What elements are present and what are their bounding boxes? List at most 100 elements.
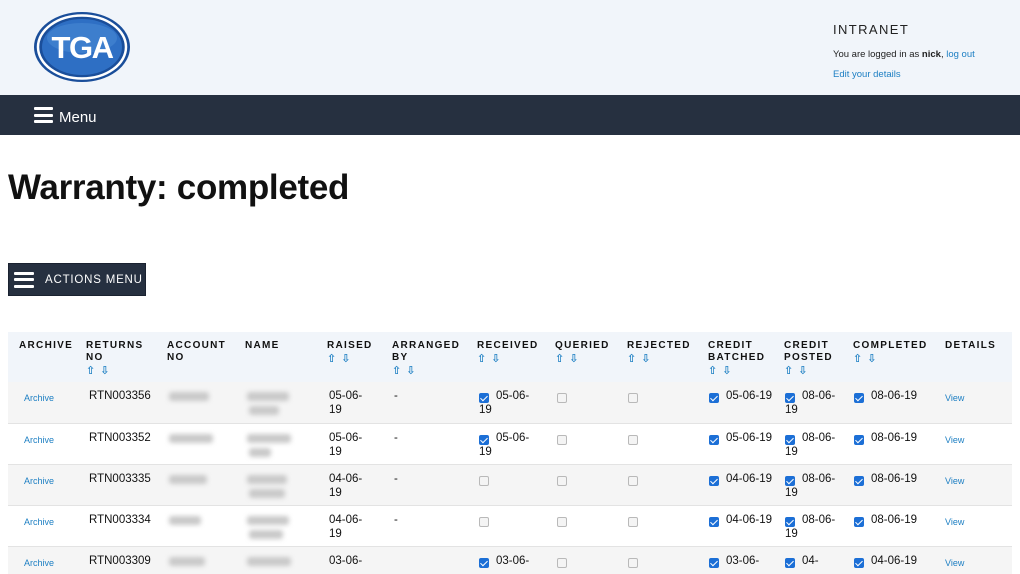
actions-menu-label: ACTIONS MENU <box>45 273 143 286</box>
credit-batched-checkbox[interactable] <box>709 516 719 527</box>
received-checkbox[interactable] <box>479 434 489 445</box>
rejected-checkbox[interactable] <box>628 557 638 568</box>
credit-posted-cell: 08-06-19 <box>784 423 853 464</box>
rejected-checkbox[interactable] <box>628 516 638 527</box>
logout-link[interactable]: log out <box>946 49 975 60</box>
archive-link[interactable]: Archive <box>24 435 54 445</box>
archive-link[interactable]: Archive <box>24 476 54 486</box>
sort-arrows-icon[interactable]: ⇧⇩ <box>86 365 167 377</box>
details-cell: View <box>945 423 1012 464</box>
credit-posted-cell: 08-06-19 <box>784 464 853 505</box>
completed-checkbox[interactable] <box>854 434 864 445</box>
credit-batched-checkbox[interactable] <box>709 557 719 568</box>
sort-arrows-icon[interactable]: ⇧⇩ <box>853 353 945 365</box>
logo-text: TGA <box>52 30 114 65</box>
view-link[interactable]: View <box>945 517 964 527</box>
received-checkbox[interactable] <box>479 475 489 486</box>
account-no-redacted <box>167 382 245 423</box>
credit-batched-date: 05-06-19 <box>726 431 773 444</box>
credit-posted-checkbox[interactable] <box>785 393 795 403</box>
sort-arrows-icon[interactable]: ⇧⇩ <box>477 353 555 365</box>
credit-batched-checkbox[interactable] <box>709 393 719 403</box>
archive-link[interactable]: Archive <box>24 393 54 403</box>
credit-batched-checkbox[interactable] <box>709 475 719 486</box>
archive-cell: Archive <box>8 505 86 546</box>
credit-posted-checkbox[interactable] <box>785 434 795 445</box>
queried-checkbox[interactable] <box>557 475 567 486</box>
view-link[interactable]: View <box>945 435 964 445</box>
credit-batched-checkbox[interactable] <box>709 434 719 445</box>
credit-batched-cell: 03-06- <box>708 546 784 574</box>
page-title: Warranty: completed <box>8 168 350 207</box>
rejected-cell <box>627 505 708 546</box>
section-title: INTRANET <box>833 22 910 37</box>
arranged-by: - <box>394 513 398 526</box>
archive-link[interactable]: Archive <box>24 558 54 568</box>
rejected-cell <box>627 546 708 574</box>
archive-link[interactable]: Archive <box>24 517 54 527</box>
view-link[interactable]: View <box>945 558 964 568</box>
view-link[interactable]: View <box>945 393 964 403</box>
returns-no: RTN003356 <box>89 390 151 402</box>
rejected-checkbox[interactable] <box>628 434 638 445</box>
rejected-checkbox[interactable] <box>628 393 638 403</box>
credit-posted-checkbox[interactable] <box>785 557 795 568</box>
completed-checkbox[interactable] <box>854 393 864 403</box>
credit-batched-date: 05-06-19 <box>726 390 773 402</box>
col-arranged-by: ARRANGED BY ⇧⇩ <box>392 332 477 382</box>
sort-arrows-icon[interactable]: ⇧⇩ <box>392 365 477 377</box>
raised-date: 03-06- <box>329 554 363 567</box>
returns-no: RTN003334 <box>89 513 151 526</box>
sort-arrows-icon[interactable]: ⇧⇩ <box>627 353 708 365</box>
completed-checkbox[interactable] <box>854 475 864 486</box>
details-cell: View <box>945 382 1012 423</box>
nav-bar: Menu <box>0 95 1020 135</box>
sort-arrows-icon[interactable]: ⇧⇩ <box>708 365 784 377</box>
received-checkbox[interactable] <box>479 516 489 527</box>
sort-arrows-icon[interactable]: ⇧⇩ <box>327 353 392 365</box>
received-checkbox[interactable] <box>479 393 489 403</box>
completed-checkbox[interactable] <box>854 516 864 527</box>
returns-no: RTN003335 <box>89 472 151 485</box>
col-raised: RAISED ⇧⇩ <box>327 332 392 382</box>
received-checkbox[interactable] <box>479 557 489 568</box>
credit-batched-date: 04-06-19 <box>726 472 773 485</box>
queried-checkbox[interactable] <box>557 393 567 403</box>
hamburger-icon <box>14 271 34 288</box>
queried-checkbox[interactable] <box>557 557 567 568</box>
completed-checkbox[interactable] <box>854 557 864 568</box>
received-cell: 05-06-19 <box>477 382 555 423</box>
col-credit-posted: CREDIT POSTED ⇧⇩ <box>784 332 853 382</box>
credit-batched-cell: 05-06-19 <box>708 423 784 464</box>
credit-posted-checkbox[interactable] <box>785 475 795 486</box>
rejected-checkbox[interactable] <box>628 475 638 486</box>
credit-batched-cell: 04-06-19 <box>708 505 784 546</box>
actions-menu-button[interactable]: ACTIONS MENU <box>8 263 146 296</box>
view-link[interactable]: View <box>945 476 964 486</box>
completed-cell: 08-06-19 <box>853 505 945 546</box>
credit-posted-checkbox[interactable] <box>785 516 795 527</box>
warranty-table-container: ARCHIVE RETURNS NO ⇧⇩ ACCOUNT NO NAME RAI… <box>8 332 1012 574</box>
sort-arrows-icon[interactable]: ⇧⇩ <box>784 365 853 377</box>
menu-label: Menu <box>59 108 97 126</box>
tga-logo[interactable]: TGA <box>33 11 131 83</box>
sort-arrows-icon[interactable]: ⇧⇩ <box>555 353 627 365</box>
queried-checkbox[interactable] <box>557 434 567 445</box>
completed-cell: 08-06-19 <box>853 464 945 505</box>
credit-batched-date: 04-06-19 <box>726 513 773 526</box>
table-row: Archive RTN003352 05-06-19 - 05-06-19 05-06-1… <box>8 423 1012 464</box>
menu-button[interactable]: Menu <box>34 104 97 126</box>
name-redacted <box>245 382 327 423</box>
raised-date: 04-06-19 <box>329 513 363 540</box>
archive-cell: Archive <box>8 382 86 423</box>
col-received: RECEIVED ⇧⇩ <box>477 332 555 382</box>
queried-checkbox[interactable] <box>557 516 567 527</box>
queried-cell <box>555 464 627 505</box>
raised-date: 04-06-19 <box>329 472 363 499</box>
completed-date: 08-06-19 <box>871 431 918 444</box>
warranty-table: ARCHIVE RETURNS NO ⇧⇩ ACCOUNT NO NAME RAI… <box>8 332 1012 574</box>
account-no-redacted <box>167 423 245 464</box>
account-no-redacted <box>167 546 245 574</box>
edit-details-link[interactable]: Edit your details <box>833 69 1013 80</box>
rejected-cell <box>627 464 708 505</box>
